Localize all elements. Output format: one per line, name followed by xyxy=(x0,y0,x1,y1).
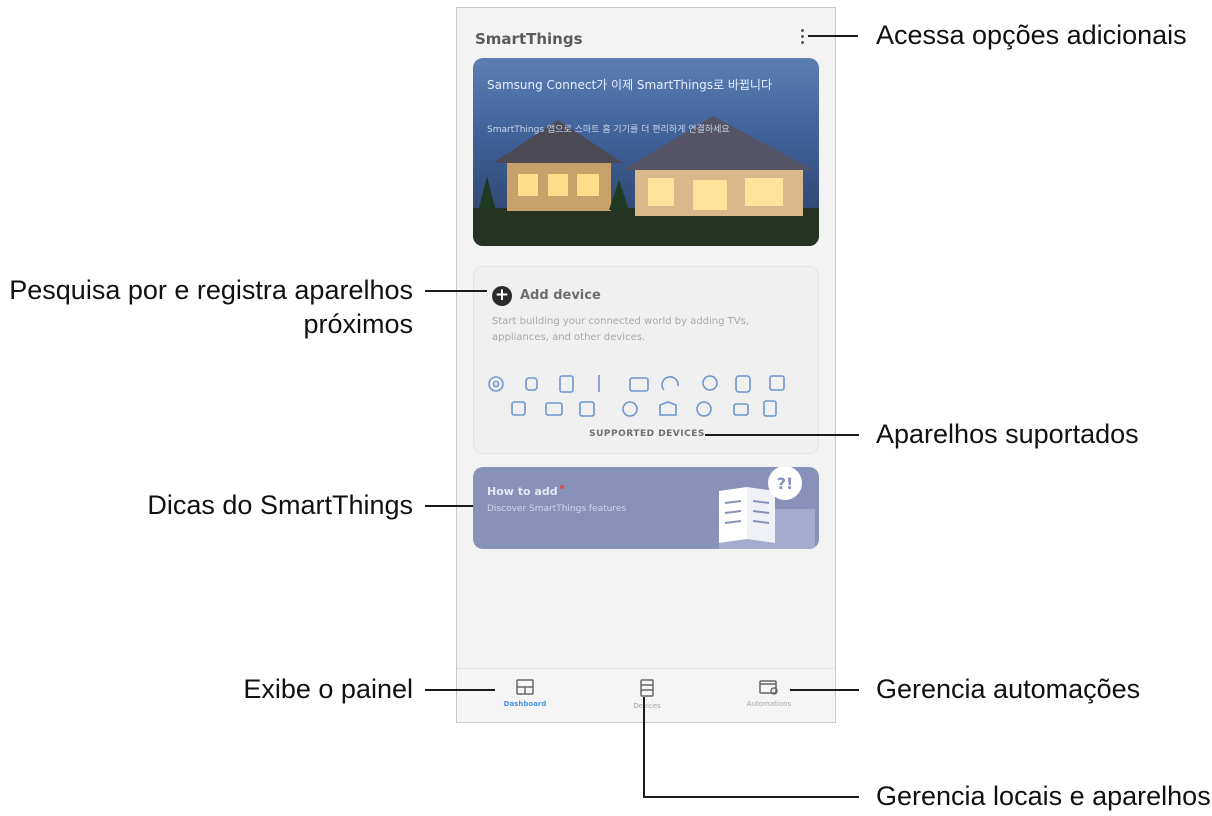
automations-icon xyxy=(759,680,778,695)
callout-line-dashboard xyxy=(425,689,495,691)
tips-subtitle: Discover SmartThings features xyxy=(487,504,627,514)
phone-screen: SmartThings Samsung Connect가 이제 SmartThi… xyxy=(456,7,836,723)
tab-dashboard[interactable]: Dashboard xyxy=(465,679,585,708)
add-device-title[interactable]: Add device xyxy=(520,288,601,303)
label-more-options: Acessa opções adicionais xyxy=(876,20,1187,50)
label-automations: Gerencia automações xyxy=(876,674,1141,704)
callout-line-add xyxy=(425,290,487,292)
bottom-navigation: Dashboard Devices Automations xyxy=(457,668,835,722)
tips-card[interactable]: How to add Discover SmartThings features… xyxy=(473,467,819,549)
banner-title: Samsung Connect가 이제 SmartThings로 바뀝니다 xyxy=(487,78,772,92)
label-dashboard: Exibe o painel xyxy=(243,674,413,704)
svg-text:?!: ?! xyxy=(777,474,794,493)
dashboard-icon xyxy=(516,679,534,695)
label-devices: Gerencia locais e aparelhos xyxy=(876,781,1211,811)
banner-subtitle: SmartThings 앱으로 스마트 홈 기기를 더 편리하게 연결하세요 xyxy=(487,125,730,135)
more-options-icon[interactable] xyxy=(797,26,809,48)
plus-icon[interactable]: + xyxy=(492,286,512,306)
label-tips: Dicas do SmartThings xyxy=(147,490,413,520)
tab-automations-label: Automations xyxy=(746,700,792,708)
supported-device-icons xyxy=(488,375,785,417)
new-badge xyxy=(559,485,564,489)
tips-title: How to add xyxy=(487,485,564,498)
add-device-card[interactable]: + Add device Start building your connect… xyxy=(473,266,819,454)
callout-line-tips xyxy=(425,505,473,507)
callout-line-automations xyxy=(790,689,859,691)
tab-devices[interactable]: Devices xyxy=(587,679,707,710)
tab-dashboard-label: Dashboard xyxy=(503,700,547,708)
tab-automations[interactable]: Automations xyxy=(709,679,829,708)
book-icon: ?! xyxy=(719,467,815,549)
tab-devices-label: Devices xyxy=(633,702,661,710)
app-title: SmartThings xyxy=(475,30,583,48)
callout-vline-devices xyxy=(643,697,645,797)
add-device-description: Start building your connected world by a… xyxy=(492,316,750,343)
label-add-device-2: próximos xyxy=(303,309,413,339)
devices-icon xyxy=(640,679,654,697)
label-add-device-1: Pesquisa por e registra aparelhos xyxy=(9,275,413,305)
label-supported-devices: Aparelhos suportados xyxy=(876,419,1139,449)
callout-line-supported xyxy=(705,434,859,436)
promo-banner[interactable]: Samsung Connect가 이제 SmartThings로 바뀝니다 Sm… xyxy=(473,58,819,246)
callout-line-more xyxy=(808,35,858,37)
callout-line-devices xyxy=(643,796,859,798)
